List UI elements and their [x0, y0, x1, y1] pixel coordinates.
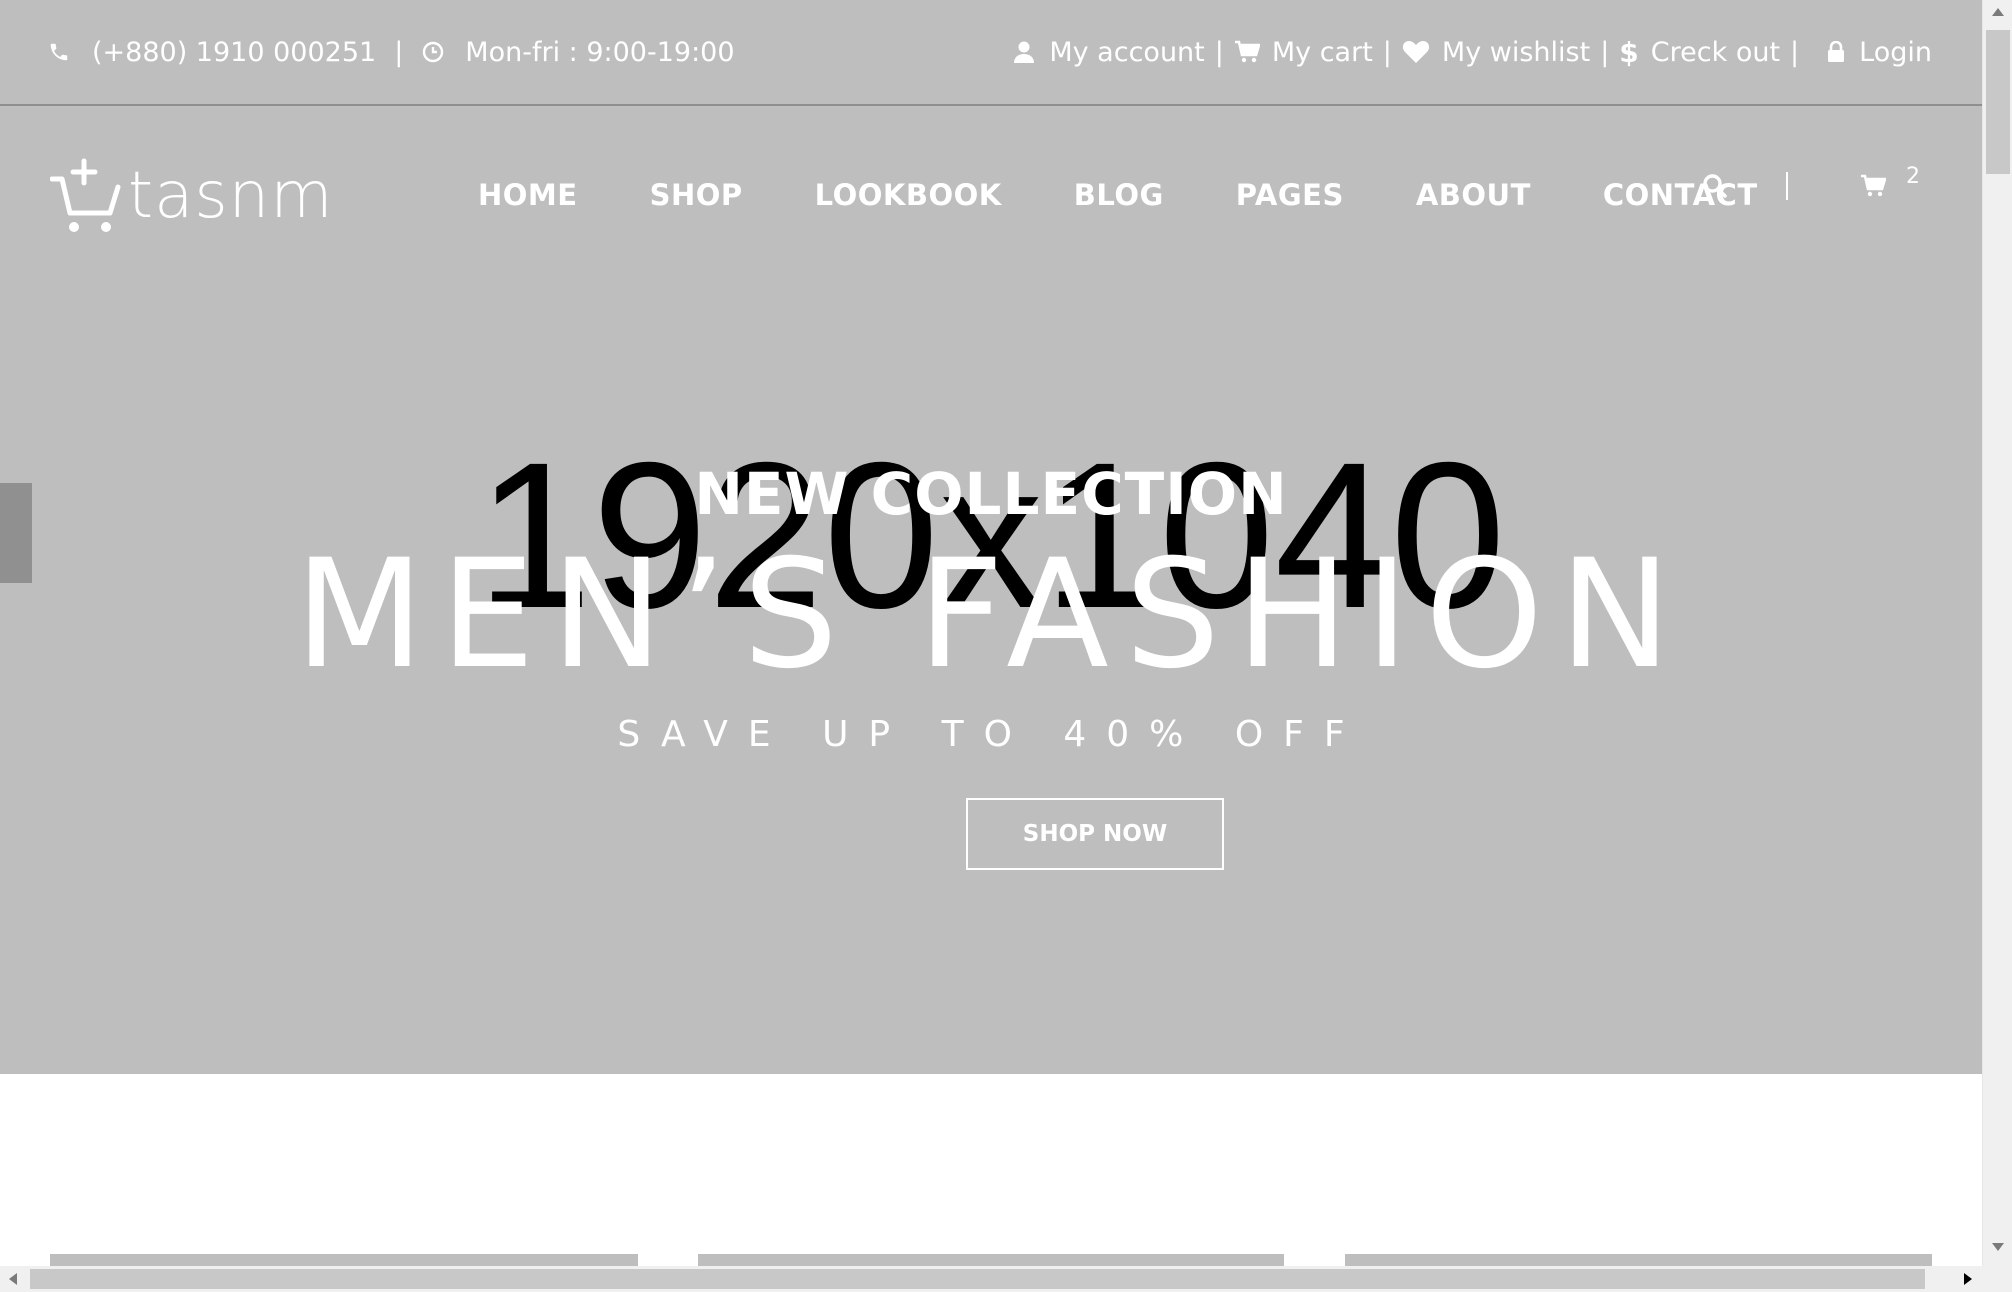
horizontal-scroll-thumb[interactable]: [30, 1269, 1925, 1289]
phone-number: (+880) 1910 000251: [92, 36, 377, 68]
hero-headline: MEN’S FASHION: [294, 528, 1688, 702]
separator: |: [1790, 36, 1800, 68]
nav-item-home[interactable]: HOME: [478, 178, 578, 212]
main-nav: HOME SHOP LOOKBOOK BLOG PAGES ABOUT CONT…: [478, 178, 1758, 212]
header-actions: 2: [1702, 164, 1922, 200]
hero-eyebrow: NEW COLLECTION: [694, 460, 1288, 528]
my-account-link[interactable]: My account: [1013, 36, 1205, 68]
opening-hours: Mon-fri : 9:00-19:00: [465, 36, 735, 68]
dollar-icon: $: [1619, 35, 1639, 69]
login-label: Login: [1859, 36, 1932, 68]
lock-icon: [1827, 41, 1845, 63]
nav-item-pages[interactable]: PAGES: [1236, 178, 1344, 212]
my-cart-link[interactable]: My cart: [1234, 37, 1373, 68]
search-icon[interactable]: [1702, 173, 1728, 199]
scroll-right-arrow-icon[interactable]: [1964, 1273, 1972, 1285]
login-link[interactable]: Login: [1827, 37, 1932, 68]
my-account-label: My account: [1049, 36, 1205, 68]
header-cart-button[interactable]: 2: [1860, 164, 1922, 198]
horizontal-scrollbar[interactable]: [0, 1266, 1982, 1292]
cart-icon: [1234, 40, 1260, 64]
hero-subline: SAVE UP TO 40% OFF: [617, 714, 1365, 755]
heart-icon: [1402, 40, 1430, 64]
site-logo[interactable]: tasnm: [50, 156, 333, 236]
product-card[interactable]: [1345, 1254, 1932, 1266]
checkout-link[interactable]: $ Creck out: [1619, 36, 1780, 69]
cart-plus-logo-icon: [50, 157, 122, 235]
separator: |: [394, 36, 404, 68]
cart-count-badge: 2: [1906, 164, 1920, 189]
nav-item-blog[interactable]: BLOG: [1074, 178, 1164, 212]
account-links: My account | My cart | My wishlist | $ C…: [1013, 0, 1932, 104]
top-bar: (+880) 1910 000251 | Mon-fri : 9:00-19:0…: [0, 0, 1982, 106]
checkout-label: Creck out: [1650, 36, 1781, 68]
logo-text: tasnm: [128, 159, 334, 233]
my-cart-label: My cart: [1271, 36, 1373, 68]
slider-side-tab[interactable]: [0, 483, 32, 583]
clock-icon: [421, 40, 445, 64]
nav-item-about[interactable]: ABOUT: [1416, 178, 1531, 212]
cart-icon: [1861, 174, 1886, 197]
nav-item-shop[interactable]: SHOP: [650, 178, 743, 212]
main-header: tasnm HOME SHOP LOOKBOOK BLOG PAGES ABOU…: [0, 106, 1982, 286]
my-wishlist-link[interactable]: My wishlist: [1402, 37, 1590, 68]
scroll-left-arrow-icon[interactable]: [9, 1273, 17, 1285]
separator: |: [1382, 36, 1392, 68]
scroll-down-arrow-icon[interactable]: [1992, 1243, 2004, 1251]
separator: |: [1214, 36, 1224, 68]
user-icon: [1013, 40, 1035, 64]
separator: |: [1600, 36, 1610, 68]
hero-slider: (+880) 1910 000251 | Mon-fri : 9:00-19:0…: [0, 0, 1982, 1074]
nav-item-lookbook[interactable]: LOOKBOOK: [815, 178, 1002, 212]
header-divider: [1786, 172, 1788, 200]
product-card[interactable]: [50, 1254, 638, 1266]
scroll-up-arrow-icon[interactable]: [1992, 8, 2004, 16]
phone-icon: [48, 41, 70, 63]
vertical-scrollbar[interactable]: [1982, 0, 2012, 1266]
shop-now-button[interactable]: SHOP NOW: [966, 798, 1224, 870]
vertical-scroll-thumb[interactable]: [1986, 30, 2010, 174]
my-wishlist-label: My wishlist: [1441, 36, 1591, 68]
contact-info: (+880) 1910 000251 | Mon-fri : 9:00-19:0…: [48, 0, 735, 104]
page: (+880) 1910 000251 | Mon-fri : 9:00-19:0…: [0, 0, 1982, 1266]
scrollbar-corner: [1982, 1266, 2012, 1292]
product-card[interactable]: [698, 1254, 1284, 1266]
